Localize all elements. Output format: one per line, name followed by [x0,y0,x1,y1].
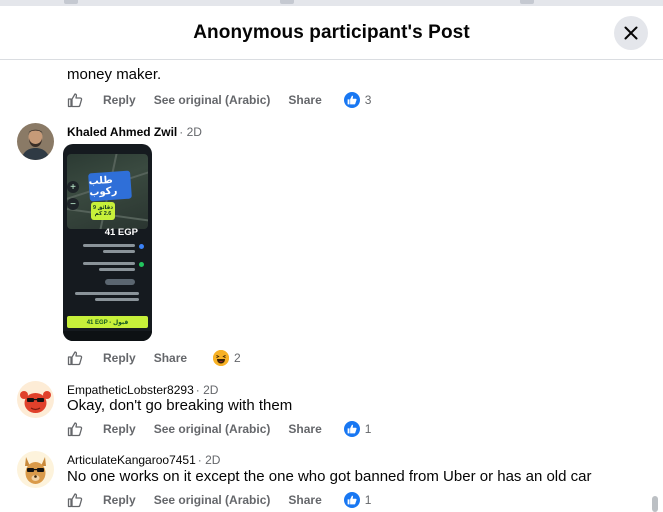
thumbs-up-icon [67,422,83,437]
accept-ride-button: 41 EGP - قبول [67,316,148,328]
share-button[interactable]: Share [154,351,187,365]
previous-comment-line-2: money maker. [67,66,162,83]
reply-button[interactable]: Reply [103,351,136,365]
comment-header: EmpatheticLobster8293 · 2D [67,383,218,397]
comment-text: No one works on it except the one who go… [67,468,592,485]
reaction-summary[interactable]: 1 [343,421,372,437]
comment-time[interactable]: · 2D [198,453,221,467]
reaction-summary[interactable]: 1 [343,492,372,508]
modal-header: Anonymous participant's Post [0,6,663,60]
thumbs-up-icon [67,493,83,508]
screenshot-attachment[interactable]: طلب ركوب 9 دقائق 2.6 كم + − 41 EGP 41 EG… [63,144,152,341]
thumbs-up-icon [67,93,83,108]
reaction-summary[interactable]: 3 [343,92,372,108]
like-button[interactable] [67,492,83,508]
comment-author[interactable]: EmpatheticLobster8293 [67,383,194,397]
like-button[interactable] [67,350,83,366]
see-original-button[interactable]: See original (Arabic) [154,493,271,507]
like-button[interactable] [67,421,83,437]
ride-request-sticker: طلب ركوب [88,170,132,202]
thumbs-up-icon [67,351,83,366]
comments-feed: patient with my livelihood, and praise b… [0,0,663,512]
map-area: طلب ركوب 9 دقائق 2.6 كم [67,154,148,229]
like-reaction-icon [343,421,360,437]
like-button[interactable] [67,92,83,108]
eta-chip: 9 دقائق 2.6 كم [91,202,115,220]
zoom-out-icon: − [67,198,79,210]
haha-reaction-icon [213,350,230,366]
reaction-summary[interactable]: 2 [213,350,241,366]
comment-time[interactable]: · 2D [179,125,202,139]
share-button[interactable]: Share [288,93,321,107]
comment-actions: Reply See original (Arabic) Share 1 [67,492,371,508]
share-button[interactable]: Share [288,422,321,436]
reaction-count: 1 [364,422,372,436]
comment-author[interactable]: Khaled Ahmed Zwil [67,125,177,139]
comment-actions: Reply See original (Arabic) Share 1 [67,421,371,437]
see-original-button[interactable]: See original (Arabic) [154,93,271,107]
reply-button[interactable]: Reply [103,493,136,507]
like-reaction-icon [343,92,360,108]
zoom-in-icon: + [67,181,79,193]
reaction-count: 2 [234,351,241,365]
reaction-count: 1 [364,493,372,507]
avatar[interactable] [17,381,54,418]
avatar[interactable] [17,123,54,160]
comment-header: Khaled Ahmed Zwil · 2D [67,125,202,139]
close-icon [624,26,638,40]
like-reaction-icon [343,492,360,508]
comment-time[interactable]: · 2D [196,383,219,397]
share-button[interactable]: Share [288,493,321,507]
see-original-button[interactable]: See original (Arabic) [154,422,271,436]
reaction-count: 3 [364,93,372,107]
comment-text: Okay, don't go breaking with them [67,397,293,414]
previous-comment-actions: Reply See original (Arabic) Share 3 [67,92,371,108]
phone-nav-bar [63,331,152,341]
comment-author[interactable]: ArticulateKangaroo7451 [67,453,196,467]
comment-header: ArticulateKangaroo7451 · 2D [67,453,220,467]
scrollbar-thumb[interactable] [652,496,658,512]
fare-price: 41 EGP [104,227,138,238]
page-title: Anonymous participant's Post [193,21,470,43]
close-button[interactable] [614,16,648,50]
reply-button[interactable]: Reply [103,422,136,436]
reply-button[interactable]: Reply [103,93,136,107]
comment-actions: Reply Share 2 [67,350,241,366]
avatar[interactable] [17,451,54,488]
